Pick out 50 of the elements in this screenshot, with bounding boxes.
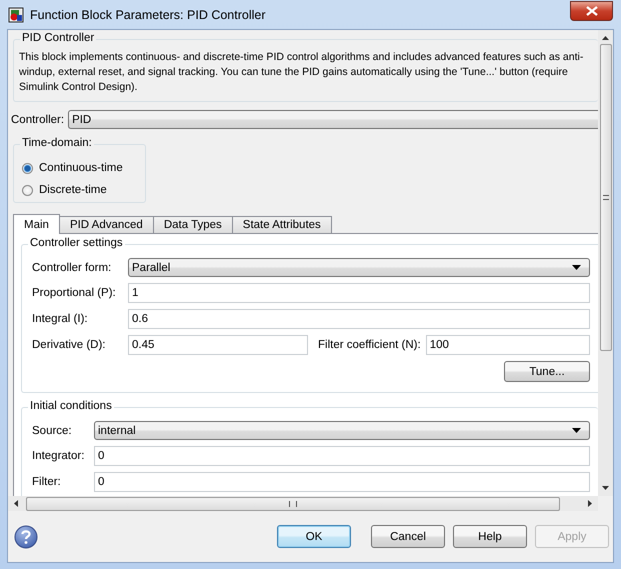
input-field[interactable]: 0 bbox=[94, 472, 590, 492]
dropdown-arrow-icon bbox=[572, 428, 581, 433]
tab[interactable]: Data Types bbox=[152, 216, 233, 233]
field-label: Integral (I): bbox=[32, 313, 89, 325]
field-label: Derivative (D): bbox=[32, 339, 106, 351]
close-icon bbox=[586, 6, 598, 16]
tune-button[interactable]: Tune... bbox=[504, 361, 590, 382]
field-label: Filter coefficient (N): bbox=[318, 339, 421, 351]
scroll-thumb[interactable] bbox=[600, 44, 612, 351]
scroll-right-icon bbox=[588, 500, 592, 507]
group-title: PID Controller bbox=[20, 32, 96, 44]
dialog-button[interactable]: Cancel bbox=[371, 525, 445, 548]
input-field[interactable]: 100 bbox=[426, 335, 590, 355]
scroll-up-icon bbox=[602, 36, 609, 40]
radio-button[interactable] bbox=[22, 184, 33, 196]
radio-option[interactable]: Discrete-time bbox=[22, 184, 139, 196]
controller-dropdown[interactable]: PID bbox=[68, 110, 598, 129]
input-field[interactable]: 0 bbox=[94, 446, 590, 466]
field-label: Source: bbox=[32, 424, 73, 436]
radio-button[interactable] bbox=[22, 162, 33, 174]
field-label: Proportional (P): bbox=[32, 287, 117, 299]
field-label: Controller: bbox=[11, 114, 64, 126]
tab[interactable]: State Attributes bbox=[232, 216, 332, 233]
scroll-thumb[interactable] bbox=[26, 496, 560, 510]
field-label: Controller form: bbox=[32, 262, 112, 274]
dialog-button[interactable]: Help bbox=[453, 525, 527, 548]
dropdown-arrow-icon bbox=[572, 265, 581, 270]
dialog-button[interactable]: OK bbox=[277, 525, 351, 548]
radio-option[interactable]: Continuous-time bbox=[22, 162, 139, 174]
scroll-left-icon bbox=[14, 500, 18, 507]
input-field[interactable]: 0.45 bbox=[128, 335, 308, 355]
group-title: Initial conditions bbox=[28, 400, 114, 412]
horizontal-scrollbar[interactable] bbox=[8, 496, 598, 511]
group-title: Time-domain: bbox=[20, 137, 94, 149]
tab[interactable]: Main bbox=[13, 214, 60, 234]
scroll-down-icon bbox=[602, 486, 609, 490]
help-icon[interactable] bbox=[14, 524, 38, 548]
input-field[interactable]: 0.6 bbox=[128, 309, 590, 329]
close-button[interactable] bbox=[570, 0, 613, 20]
form-dropdown[interactable]: Parallel bbox=[128, 258, 590, 277]
group-title: Controller settings bbox=[28, 237, 125, 249]
field-label: Integrator: bbox=[32, 450, 86, 462]
description-text: This block implements continuous- and discrete-time PID control algorithms and includes advanced features such as anti- windup, external reset, and signal tracking. You can tune the PID gains automatically using the 'Tune...' button (require Simulink Control Design). bbox=[19, 50, 584, 95]
tab[interactable]: PID Advanced bbox=[58, 216, 154, 233]
field-label: Filter: bbox=[32, 476, 62, 488]
input-field[interactable]: 1 bbox=[128, 283, 590, 303]
source-dropdown[interactable]: internal bbox=[94, 421, 590, 440]
block-icon bbox=[8, 6, 24, 22]
vertical-scrollbar[interactable] bbox=[598, 30, 613, 496]
window-title: Function Block Parameters: PID Controller bbox=[30, 8, 267, 22]
